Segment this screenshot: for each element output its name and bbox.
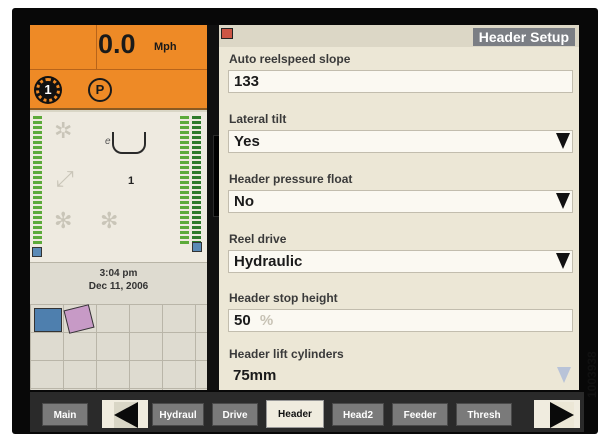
reel-icon: ✲ [54,118,73,143]
tab-header[interactable]: Header [266,400,324,428]
field-value: No [234,193,254,210]
settings-panel: Header Setup Auto reelspeed slope 133 La… [219,25,579,390]
tab-bar: Main Hydraul Drive Header Head2 Feeder T… [30,392,584,432]
arrow-left-icon [114,402,138,428]
tilt-icon: ⤢ [56,166,74,191]
tab-head2[interactable]: Head2 [332,403,384,426]
header-pressure-float-select[interactable]: No [228,190,573,213]
tab-thresh[interactable]: Thresh [456,403,512,426]
message-card-icon[interactable] [63,304,95,334]
speed-panel-divider [30,69,207,70]
header-label-icon: e [105,136,111,147]
park-brake-icon: P [88,78,112,102]
chevron-down-icon [556,193,570,209]
speed-panel-divider [96,25,97,70]
field-label-auto-reelspeed-slope: Auto reelspeed slope [229,52,351,66]
machine-icon [221,28,233,39]
tab-feeder[interactable]: Feeder [392,403,448,426]
field-label-header-pressure-float: Header pressure float [229,172,353,186]
header-lift-cylinders-select[interactable]: 75mm [228,365,573,388]
field-value: 50 [234,312,251,329]
field-label-reel-drive: Reel drive [229,232,287,246]
tab-main[interactable]: Main [42,403,88,426]
ground-speed-unit: Mph [154,41,177,53]
field-unit: % [259,312,274,329]
display-screen: 0.0 Mph 1 P ✲ ⤢ ✻ ✻ e 1 3:04 pm Dec 11, … [30,25,584,433]
arrow-right-icon [550,402,574,428]
right-level-gauge [180,116,189,244]
message-grid [30,304,207,390]
field-value: Hydraulic [234,253,303,270]
ground-speed-value: 0.0 [98,29,136,59]
header-stop-height-input[interactable]: 50 % [228,309,573,332]
height-icon: ✻ [100,208,119,233]
float-icon: ✻ [54,208,73,233]
chevron-down-icon [556,253,570,269]
chevron-down-icon [557,367,571,383]
tab-drive[interactable]: Drive [212,403,258,426]
field-value: Yes [234,133,260,150]
left-level-gauge [33,116,42,244]
status-panel: 0.0 Mph 1 P ✲ ⤢ ✻ ✻ e 1 3:04 pm Dec 11, … [30,25,207,390]
figure-id: 1003938 [585,351,599,399]
gear-indicator-icon: 1 [36,78,60,102]
clock-time: 3:04 pm [99,268,138,279]
tab-hydraul[interactable]: Hydraul [152,403,204,426]
field-value: 75mm [233,367,277,384]
field-label-header-stop-height: Header stop height [229,291,338,305]
header-shape-icon [112,132,146,154]
title-bar: Header Setup [219,25,579,47]
speed-panel: 0.0 Mph 1 P [30,25,207,110]
clock-panel: 3:04 pm Dec 11, 2006 [30,262,207,304]
gauge-counter: 1 [128,175,135,187]
field-label-lateral-tilt: Lateral tilt [229,112,287,126]
auto-reelspeed-slope-input[interactable]: 133 [228,70,573,93]
reel-drive-select[interactable]: Hydraulic [228,250,573,273]
page-title: Header Setup [472,28,575,46]
chevron-down-icon [556,133,570,149]
camera-icon[interactable] [34,308,62,332]
right-sensor-icon [192,242,202,252]
field-label-header-lift-cylinders: Header lift cylinders [229,347,344,361]
right-level-gauge-2 [192,116,201,244]
lateral-tilt-select[interactable]: Yes [228,130,573,153]
left-sensor-icon [32,247,42,257]
clock-date: Dec 11, 2006 [88,281,149,292]
field-value: 133 [234,73,260,90]
header-gauge-area: ✲ ⤢ ✻ ✻ e 1 [30,112,207,262]
